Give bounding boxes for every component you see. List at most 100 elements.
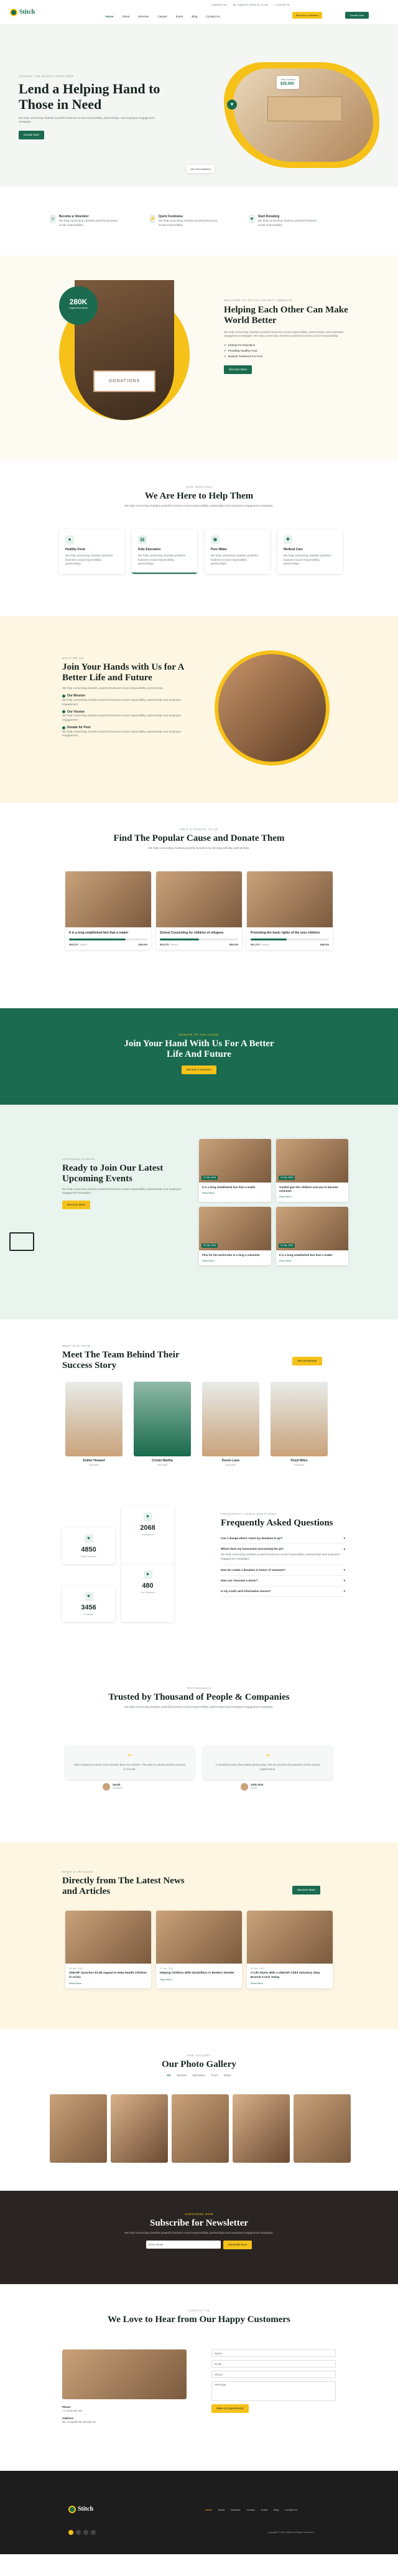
event-date: 15 Jan, 2024 [279,1176,295,1180]
donate-nav-button[interactable]: Donate Now [345,12,369,19]
contact-email-field[interactable] [211,2360,336,2368]
cause-card[interactable]: Promoting the basic rights of the your c… [247,871,333,950]
gallery-image[interactable] [294,2094,351,2163]
footer-link-about[interactable]: About [218,2508,224,2511]
gallery-filter-education[interactable]: Education [193,2074,205,2077]
contact-bar: info@stitch.com Bd, Hospital Rd, Beside … [211,4,290,7]
gallery-filter-all[interactable]: All [167,2074,170,2077]
subscribe-button[interactable]: Subscribe Now [223,2241,252,2250]
newsletter-email-input[interactable] [146,2241,221,2249]
see-all-members-button[interactable]: See All Member [292,1357,322,1366]
faq-item[interactable]: Can I change where I want my donation to… [221,1534,345,1545]
service-card[interactable]: ◉ Pure Water We help connecting charities … [205,529,270,574]
feature-item[interactable]: ⚡ Quick Fundraise We help connecting chari… [149,215,218,227]
footer-link-contact-us[interactable]: Contact Us [285,2508,297,2511]
cta-volunteer-button[interactable]: Become a Volunteer [181,1065,217,1074]
nav-item-contact-us[interactable]: Contact Us [206,15,220,19]
nav-item-services[interactable]: Services [138,15,149,19]
chevron-down-icon: ▾ [343,1537,345,1540]
service-card[interactable]: ✚ Medical Care We help connecting charitie… [277,529,343,574]
news-title: Directly from The Latest News and Articl… [62,1876,185,1897]
gallery-title: Our Photo Gallery [162,2059,236,2070]
event-card[interactable]: 15 Jan, 2024 Guided give the children and… [276,1139,348,1202]
bolt-icon: ⚡ [149,215,155,223]
gallery-image[interactable] [50,2094,107,2163]
join-volunteer-badge[interactable]: Join Our Volunteer [187,165,215,174]
read-more-link[interactable]: Read More [202,1191,268,1194]
footer-link-event[interactable]: Event [261,2508,267,2511]
contact-phone[interactable]: +1 (234) 567 89 [62,2409,96,2413]
read-more-link[interactable]: Read More [279,1259,345,1262]
footer-logo[interactable]: Stitch [68,2505,93,2514]
nav-item-about[interactable]: About [123,15,130,19]
news-discover-button[interactable]: Discover More [292,1886,321,1895]
events-section: Upcoming Events Ready to Join Our Latest… [0,1105,398,1319]
event-card[interactable]: 20 Jan, 2024 Plan for the world who is a … [199,1206,271,1265]
faq-item[interactable]: How do I make a donation in honor of som… [221,1565,345,1576]
avatar [103,1782,110,1791]
service-card[interactable]: ▤ Kids Education We help connecting charit… [132,529,197,574]
gift-box-icon [9,1232,34,1251]
appointment-button[interactable]: Make an Appointment [211,2404,249,2414]
total-donation-badge: Total Donation $25,000 [277,76,300,90]
join-title: Join Your Hands with Us for A Better Lif… [62,662,184,683]
instagram-icon[interactable] [83,2530,88,2535]
nav-email: info@stitch.com [211,4,227,6]
read-more-link[interactable]: Read More [202,1259,268,1262]
contact-message-field[interactable] [211,2381,336,2401]
gallery-image[interactable] [233,2094,290,2163]
about-tag: Welcome to Stitch charity website [224,299,293,302]
read-more-link[interactable]: Read More [279,1195,345,1198]
faq-item[interactable]: Where does my transaction processing fee… [221,1544,345,1565]
donations-sign: DONATIONS [93,370,155,392]
gallery-filter-food[interactable]: Food [211,2074,218,2077]
faq-item[interactable]: How can I become a donor? ▾ [221,1576,345,1587]
footer-link-blog[interactable]: Blog [274,2508,279,2511]
nav-item-event[interactable]: Event [176,15,183,19]
gallery-filter-medical[interactable]: Medical [177,2074,187,2077]
facebook-icon[interactable] [68,2530,73,2535]
footer-link-causes[interactable]: Causes [246,2508,255,2511]
avatar [241,1782,248,1791]
cta-title: Join Your Hand With Us For A Better Life… [124,1039,274,1060]
news-card[interactable]: 07 Jan, 2024 Helping Children With Disabi… [156,1911,242,1989]
team-member-card[interactable]: Devon Lane Volunteer [202,1382,259,1466]
about-discover-button[interactable]: Discover More [224,365,252,375]
donation-boxes-image [267,96,342,121]
logo[interactable]: Stitch [10,8,35,17]
faq-item[interactable]: Is my credit card information secure? ▾ [221,1586,345,1598]
check-icon: ✔ [224,355,226,358]
gallery-image[interactable] [172,2094,229,2163]
linkedin-icon[interactable] [91,2530,96,2535]
team-member-card[interactable]: Cristin Martha Volunteer [134,1382,191,1466]
nav-item-causes[interactable]: Causes [158,15,167,19]
twitter-icon[interactable] [76,2530,81,2535]
contact-name-field[interactable] [211,2349,336,2357]
volunteer-nav-button[interactable]: Become a Volunteer [292,12,323,19]
event-card[interactable]: 12 Jan, 2024 It is a long established fac… [199,1139,271,1202]
cause-card[interactable]: It is a long established fact that a rea… [65,871,151,950]
read-more-link[interactable]: Read More [251,1982,329,1985]
news-card[interactable]: 05 Jan, 2024 UNICEF launches $1.9b Appeal… [65,1911,151,1989]
news-card[interactable]: 09 Jan, 2024 A Life Starts With a UNICEF … [247,1911,333,1989]
team-member-card[interactable]: Floyd Miles Volunteer [271,1382,328,1466]
chevron-down-icon: ▾ [343,1579,345,1582]
hero-donate-button[interactable]: Donate Now [19,131,44,140]
cause-card[interactable]: School Counseling for children of refuge… [156,871,242,950]
nav-item-home[interactable]: Home [106,15,114,19]
feature-item[interactable]: ☺ Become a Volunteer We help connecting ch… [50,215,118,227]
dot-icon [62,695,65,698]
gallery-image[interactable] [111,2094,168,2163]
gallery-filter-water[interactable]: Water [224,2074,231,2077]
nav-item-blog[interactable]: Blog [192,15,197,19]
footer-link-home[interactable]: Home [205,2508,212,2511]
feature-item[interactable]: ♥ Start Donating We help connecting charit… [249,215,317,227]
contact-phone-field[interactable] [211,2371,336,2378]
read-more-link[interactable]: Read More [160,1978,238,1981]
event-card[interactable]: 22 Jan, 2024 It is a long established fac… [276,1206,348,1265]
read-more-link[interactable]: Read More [69,1982,147,1985]
footer-link-services[interactable]: Services [231,2508,240,2511]
events-discover-button[interactable]: Discover More [62,1201,91,1210]
service-card[interactable]: ● Healthy Food We help connecting charitie… [59,529,124,574]
team-member-card[interactable]: Esther Howard Volunteer [65,1382,123,1466]
